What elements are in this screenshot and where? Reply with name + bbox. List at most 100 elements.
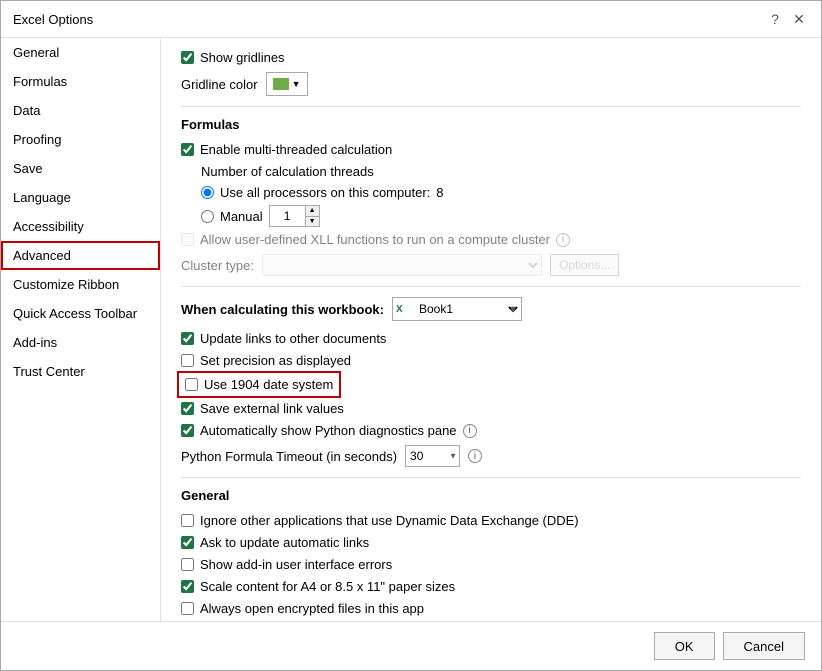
allow-xll-info-icon: i (556, 233, 570, 247)
sidebar-item-save[interactable]: Save (1, 154, 160, 183)
sidebar-item-proofing[interactable]: Proofing (1, 125, 160, 154)
scale-content-checkbox[interactable] (181, 580, 194, 593)
python-timeout-select[interactable]: 30 (405, 445, 460, 467)
cluster-options-button[interactable]: Options... (550, 254, 619, 276)
color-dropdown-icon: ▼ (292, 79, 301, 89)
manual-label: Manual (220, 209, 263, 224)
scale-content-label: Scale content for A4 or 8.5 x 11" paper … (200, 579, 455, 594)
manual-threads-radio[interactable] (201, 210, 214, 223)
gridline-color-label: Gridline color (181, 77, 258, 92)
title-bar-buttons: ? ✕ (765, 9, 809, 29)
python-timeout-label: Python Formula Timeout (in seconds) (181, 449, 397, 464)
ignore-dde-row: Ignore other applications that use Dynam… (181, 513, 801, 528)
update-links-row: Update links to other documents (181, 331, 801, 346)
use-all-processors-label: Use all processors on this computer: (220, 185, 430, 200)
sidebar-item-advanced[interactable]: Advanced (1, 241, 160, 270)
sidebar-item-accessibility[interactable]: Accessibility (1, 212, 160, 241)
cluster-type-select[interactable] (262, 254, 542, 276)
show-addin-errors-row: Show add-in user interface errors (181, 557, 801, 572)
formulas-section-title: Formulas (181, 117, 801, 132)
save-external-row: Save external link values (181, 401, 801, 416)
show-gridlines-label: Show gridlines (200, 50, 285, 65)
sidebar-item-add-ins[interactable]: Add-ins (1, 328, 160, 357)
sidebar-item-formulas[interactable]: Formulas (1, 67, 160, 96)
separator-2 (181, 286, 801, 287)
auto-python-info-icon: i (463, 424, 477, 438)
cancel-button[interactable]: Cancel (723, 632, 805, 660)
auto-python-checkbox[interactable] (181, 424, 194, 437)
allow-xll-checkbox[interactable] (181, 233, 194, 246)
sidebar-item-data[interactable]: Data (1, 96, 160, 125)
set-precision-row: Set precision as displayed (181, 353, 801, 368)
ask-update-checkbox[interactable] (181, 536, 194, 549)
update-links-label: Update links to other documents (200, 331, 386, 346)
use-all-processors-radio[interactable] (201, 186, 214, 199)
gridline-color-button[interactable]: ▼ (266, 72, 308, 96)
ask-update-row: Ask to update automatic links (181, 535, 801, 550)
use-1904-container: Use 1904 date system (181, 375, 801, 394)
set-precision-checkbox[interactable] (181, 354, 194, 367)
separator-3 (181, 477, 801, 478)
auto-python-label: Automatically show Python diagnostics pa… (200, 423, 457, 438)
color-swatch (273, 78, 289, 90)
num-threads-label-row: Number of calculation threads (201, 164, 801, 179)
sidebar-item-general[interactable]: General (1, 38, 160, 67)
allow-xll-label: Allow user-defined XLL functions to run … (200, 232, 550, 247)
enable-multithread-label: Enable multi-threaded calculation (200, 142, 392, 157)
show-addin-errors-checkbox[interactable] (181, 558, 194, 571)
when-calc-label: When calculating this workbook: (181, 302, 384, 317)
ignore-dde-checkbox[interactable] (181, 514, 194, 527)
set-precision-label: Set precision as displayed (200, 353, 351, 368)
footer: OK Cancel (1, 621, 821, 670)
num-processors-value: 8 (436, 185, 443, 200)
when-calc-row: When calculating this workbook: X Book1 … (181, 297, 801, 321)
use-1904-checkbox[interactable] (185, 378, 198, 391)
dialog-title: Excel Options (13, 12, 93, 27)
spinbox-up-btn[interactable]: ▲ (305, 206, 319, 217)
enable-multithread-row: Enable multi-threaded calculation (181, 142, 801, 157)
python-timeout-row: Python Formula Timeout (in seconds) 30 i (181, 445, 801, 467)
dialog-body: General Formulas Data Proofing Save Lang… (1, 38, 821, 621)
manual-threads-spinbox: ▲ ▼ (269, 205, 320, 227)
sidebar-item-language[interactable]: Language (1, 183, 160, 212)
save-external-checkbox[interactable] (181, 402, 194, 415)
ok-button[interactable]: OK (654, 632, 715, 660)
workbook-select-wrapper: X Book1 ▼ (392, 297, 522, 321)
use-all-processors-row: Use all processors on this computer: 8 (201, 185, 801, 200)
general-section-title: General (181, 488, 801, 503)
scale-content-row: Scale content for A4 or 8.5 x 11" paper … (181, 579, 801, 594)
ask-update-label: Ask to update automatic links (200, 535, 369, 550)
spinbox-down-btn[interactable]: ▼ (305, 217, 319, 227)
manual-threads-input[interactable] (270, 206, 305, 226)
gridline-color-row: Gridline color ▼ (181, 72, 801, 96)
sidebar-item-customize-ribbon[interactable]: Customize Ribbon (1, 270, 160, 299)
open-encrypted-checkbox[interactable] (181, 602, 194, 615)
enable-multithread-checkbox[interactable] (181, 143, 194, 156)
use-1904-label: Use 1904 date system (204, 377, 333, 392)
help-button[interactable]: ? (765, 9, 785, 29)
main-content: Show gridlines Gridline color ▼ Formulas… (161, 38, 821, 621)
show-addin-errors-label: Show add-in user interface errors (200, 557, 392, 572)
sidebar-item-trust-center[interactable]: Trust Center (1, 357, 160, 386)
timeout-select-wrapper: 30 (405, 445, 460, 467)
save-external-label: Save external link values (200, 401, 344, 416)
auto-python-row: Automatically show Python diagnostics pa… (181, 423, 801, 438)
use-1904-highlighted: Use 1904 date system (181, 375, 337, 394)
workbook-select[interactable]: Book1 (392, 297, 522, 321)
open-encrypted-label: Always open encrypted files in this app (200, 601, 424, 616)
show-gridlines-row: Show gridlines (181, 50, 801, 65)
sidebar: General Formulas Data Proofing Save Lang… (1, 38, 161, 621)
separator-1 (181, 106, 801, 107)
allow-xll-row: Allow user-defined XLL functions to run … (181, 232, 801, 247)
close-button[interactable]: ✕ (789, 9, 809, 29)
spinbox-buttons: ▲ ▼ (305, 206, 319, 226)
python-timeout-info-icon: i (468, 449, 482, 463)
num-threads-label: Number of calculation threads (201, 164, 374, 179)
excel-options-dialog: Excel Options ? ✕ General Formulas Data … (0, 0, 822, 671)
update-links-checkbox[interactable] (181, 332, 194, 345)
sidebar-item-quick-access[interactable]: Quick Access Toolbar (1, 299, 160, 328)
open-encrypted-row: Always open encrypted files in this app (181, 601, 801, 616)
show-gridlines-checkbox[interactable] (181, 51, 194, 64)
manual-threads-row: Manual ▲ ▼ (201, 205, 801, 227)
cluster-type-label: Cluster type: (181, 258, 254, 273)
